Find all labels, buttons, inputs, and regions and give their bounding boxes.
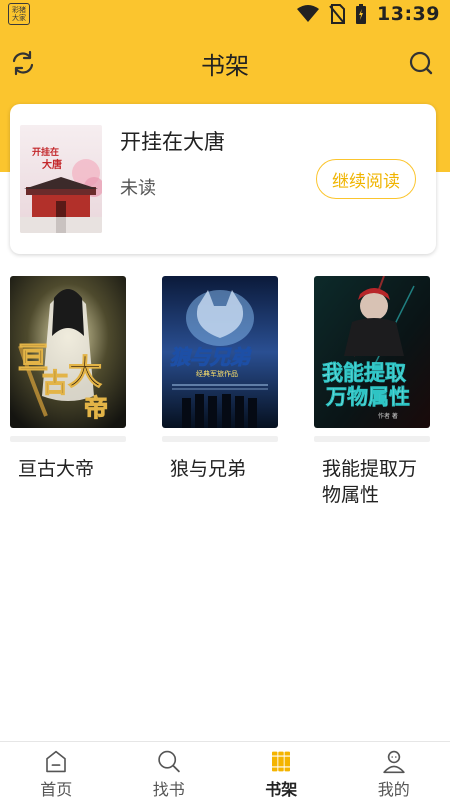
recent-book-status: 未读 [120, 178, 156, 199]
book-item[interactable]: 狼与兄弟 经典军旅作品 狼与兄弟 [162, 276, 278, 482]
nav-home-label: 首页 [40, 780, 73, 799]
app-notification-icon: 彩猪 大家 [8, 3, 30, 25]
book-item[interactable]: 亘 古 大 帝 亘古大帝 [10, 276, 126, 482]
recent-book-cover[interactable]: 开挂在 大唐 [20, 125, 102, 233]
status-bar: 彩猪 大家 13:39 [0, 0, 450, 28]
book-cover[interactable]: 狼与兄弟 经典军旅作品 [162, 276, 278, 428]
svg-text:经典军旅作品: 经典军旅作品 [196, 369, 238, 378]
shelf-divider [314, 436, 430, 442]
nav-find-books-label: 找书 [152, 780, 185, 799]
book-title[interactable]: 狼与兄弟 [162, 456, 278, 482]
no-sim-icon [329, 4, 346, 24]
svg-text:帝: 帝 [84, 393, 108, 422]
nav-profile-label: 我的 [377, 780, 410, 799]
shelf-divider [162, 436, 278, 442]
nav-home[interactable]: 首页 [0, 742, 113, 800]
shelf-divider [10, 436, 126, 442]
wifi-icon [297, 5, 320, 22]
book-cover[interactable]: 亘 古 大 帝 [10, 276, 126, 428]
svg-text:大: 大 [68, 353, 102, 393]
svg-text:万物属性: 万物属性 [325, 384, 410, 409]
book-cover[interactable]: 我能提取 万物属性 作者 著 [314, 276, 430, 428]
book-title[interactable]: 亘古大帝 [10, 456, 126, 482]
book-title[interactable]: 我能提取万物属性 [314, 456, 430, 508]
battery-icon [356, 4, 367, 24]
svg-text:作者 著: 作者 著 [378, 412, 398, 420]
book-item[interactable]: 我能提取 万物属性 作者 著 我能提取万物属性 [314, 276, 430, 508]
app-header: 书架 [0, 28, 450, 98]
recent-book-title[interactable]: 开挂在大唐 [120, 126, 225, 156]
bookshelf-icon [272, 751, 291, 772]
nav-bookshelf-label: 书架 [265, 780, 298, 799]
svg-text:我能提取: 我能提取 [322, 360, 406, 385]
svg-text:大唐: 大唐 [42, 158, 62, 171]
svg-text:古: 古 [42, 369, 68, 399]
svg-text:开挂在: 开挂在 [32, 146, 59, 158]
search-icon [158, 750, 180, 773]
status-icons: 13:39 [297, 2, 440, 26]
nav-find-books[interactable]: 找书 [113, 742, 226, 800]
home-icon [46, 750, 67, 773]
bottom-navigation: 首页 找书 书架 我的 [0, 741, 450, 800]
page-title: 书架 [201, 52, 249, 80]
status-time: 13:39 [377, 3, 440, 25]
nav-bookshelf[interactable]: 书架 [225, 742, 338, 800]
search-button[interactable] [406, 48, 436, 78]
svg-text:狼与兄弟: 狼与兄弟 [170, 345, 252, 369]
continue-reading-button[interactable]: 继续阅读 [316, 159, 416, 199]
recent-book-card[interactable]: 开挂在 大唐 开挂在大唐 未读 继续阅读 [10, 104, 436, 254]
search-icon [409, 51, 433, 75]
nav-profile[interactable]: 我的 [338, 742, 450, 800]
profile-icon [383, 750, 405, 774]
